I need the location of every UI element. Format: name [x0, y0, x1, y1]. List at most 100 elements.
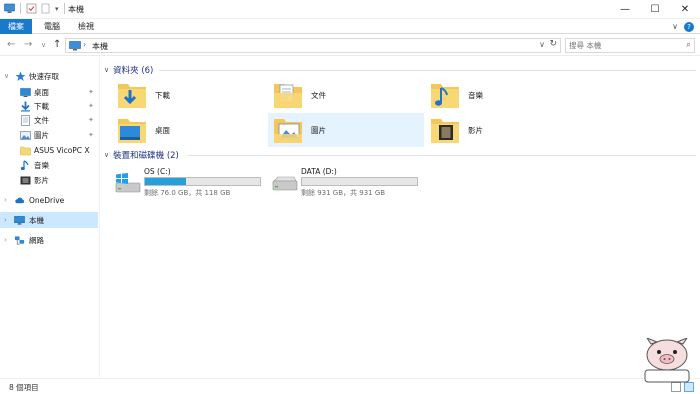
documents-folder-icon: [274, 84, 302, 108]
hard-drive-icon: [272, 176, 298, 191]
this-pc-icon: [69, 41, 81, 51]
sidebar-item-videos[interactable]: 影片: [0, 172, 98, 188]
back-button[interactable]: ←: [7, 39, 15, 50]
address-bar[interactable]: › 本機 ∨ ↻: [65, 38, 561, 53]
sidebar-label: 影片: [34, 175, 49, 185]
pictures-icon: [20, 130, 31, 140]
search-input[interactable]: [569, 40, 677, 51]
folder-tile-music[interactable]: 音樂: [425, 78, 581, 112]
new-folder-icon[interactable]: [40, 3, 51, 14]
window-title: 本機: [68, 5, 84, 14]
folder-name: 下載: [155, 91, 170, 100]
breadcrumb-separator[interactable]: ›: [83, 40, 86, 49]
drive-space-info: 剩餘 76.0 GB，共 118 GB: [144, 189, 231, 197]
folder-tile-pictures[interactable]: 圖片: [268, 113, 424, 147]
tab-file[interactable]: 檔案: [0, 19, 32, 34]
collapsed-icon[interactable]: ›: [4, 216, 7, 224]
desktop-folder-icon: [118, 119, 146, 143]
folder-name: 影片: [468, 126, 483, 135]
music-folder-icon: [431, 84, 459, 108]
search-icon[interactable]: ⌕: [686, 40, 691, 50]
drive-name: OS (C:): [144, 167, 171, 176]
pin-icon: ✦: [88, 116, 94, 124]
network-icon: [14, 235, 25, 244]
address-dropdown-icon[interactable]: ∨: [539, 40, 545, 49]
sidebar-item-this-pc[interactable]: › 本機: [0, 212, 98, 228]
mascot-logo: [644, 338, 690, 383]
drive-usage-bar: [144, 177, 261, 186]
sidebar-item-music[interactable]: 音樂: [0, 157, 98, 173]
documents-icon: [21, 114, 30, 126]
this-pc-icon: [14, 215, 25, 225]
forward-button[interactable]: →: [24, 39, 32, 50]
folders-group-header[interactable]: ∨ 資料夾 (6): [101, 64, 153, 76]
help-icon[interactable]: ?: [684, 22, 694, 32]
sidebar-item-asus-vicopc[interactable]: ASUS VicoPC X: [0, 142, 98, 158]
search-box[interactable]: ⌕: [565, 38, 695, 53]
sidebar-item-network[interactable]: › 網路: [0, 232, 98, 248]
refresh-icon[interactable]: ↻: [549, 39, 557, 49]
file-view: ∨ 資料夾 (6) 下載 文件 音樂 桌面 圖片 影片 ∨ 裝置和磁碟機 (2)…: [101, 57, 700, 377]
expand-ribbon-icon[interactable]: ∨: [672, 22, 678, 32]
recent-locations-button[interactable]: ∨: [41, 41, 46, 49]
sidebar-label: 下載: [34, 101, 49, 111]
navigation-bar: ← → ∨ ↑ › 本機 ∨ ↻ ⌕: [0, 35, 700, 56]
drive-tile-c[interactable]: OS (C:) 剩餘 76.0 GB，共 118 GB: [111, 167, 271, 197]
collapsed-icon[interactable]: ›: [4, 236, 7, 244]
collapse-group-icon[interactable]: ∨: [104, 151, 109, 159]
sidebar-item-quick-access[interactable]: ∨ 快速存取: [0, 68, 98, 84]
drive-usage-bar: [301, 177, 418, 186]
collapse-group-icon[interactable]: ∨: [104, 66, 109, 74]
expanded-icon[interactable]: ∨: [4, 72, 9, 80]
videos-folder-icon: [431, 119, 459, 143]
desktop-icon: [20, 87, 31, 97]
pin-icon: ✦: [88, 88, 94, 96]
item-count: 8 個項目: [9, 383, 39, 392]
folder-tile-desktop[interactable]: 桌面: [112, 113, 268, 147]
folder-tile-videos[interactable]: 影片: [425, 113, 581, 147]
status-bar: 8 個項目: [0, 378, 700, 394]
sidebar-label: OneDrive: [29, 195, 65, 205]
sidebar-item-pictures[interactable]: 圖片 ✦: [0, 127, 98, 143]
videos-icon: [20, 176, 31, 184]
folder-tile-documents[interactable]: 文件: [268, 78, 424, 112]
title-bar: ▾ 本機 — ☐ ✕: [0, 0, 700, 19]
star-icon: [15, 71, 26, 81]
sidebar-label: 本機: [29, 215, 44, 225]
quick-access-toolbar: ▾: [4, 3, 67, 14]
ribbon-tabs: 檔案 電腦 檢視 ∨ ?: [0, 19, 700, 34]
sidebar-label: ASUS VicoPC X: [34, 145, 90, 155]
navigation-pane: ∨ 快速存取 桌面 ✦ 下載 ✦ 文件 ✦ 圖片 ✦ ASUS VicoPC X…: [0, 57, 100, 377]
collapsed-icon[interactable]: ›: [4, 196, 7, 204]
minimize-button[interactable]: —: [610, 0, 640, 19]
drive-tile-d[interactable]: DATA (D:) 剩餘 931 GB，共 931 GB: [268, 167, 428, 197]
folder-name: 圖片: [311, 126, 326, 135]
folder-name: 音樂: [468, 91, 483, 100]
sidebar-label: 快速存取: [29, 71, 59, 81]
toolbar-divider: [20, 3, 21, 14]
breadcrumb-this-pc[interactable]: 本機: [92, 41, 108, 52]
customize-toolbar-icon[interactable]: ▾: [55, 5, 59, 13]
pin-icon: ✦: [88, 102, 94, 110]
sidebar-label: 圖片: [34, 130, 49, 140]
drives-group-header[interactable]: ∨ 裝置和磁碟機 (2): [101, 149, 179, 161]
tab-computer[interactable]: 電腦: [38, 19, 66, 34]
close-button[interactable]: ✕: [670, 0, 700, 19]
pin-icon: ✦: [88, 131, 94, 139]
sidebar-label: 桌面: [34, 87, 49, 97]
tab-view[interactable]: 檢視: [72, 19, 100, 34]
music-icon: [20, 159, 29, 170]
drive-usage-fill: [145, 178, 187, 185]
sidebar-item-documents[interactable]: 文件 ✦: [0, 112, 98, 128]
properties-icon[interactable]: [26, 3, 37, 14]
sidebar-item-onedrive[interactable]: › OneDrive: [0, 192, 98, 208]
toolbar-divider: [63, 3, 65, 14]
folder-tile-downloads[interactable]: 下載: [112, 78, 268, 112]
sidebar-label: 音樂: [34, 160, 49, 170]
windows-drive-icon: [115, 173, 141, 193]
maximize-button[interactable]: ☐: [640, 0, 670, 19]
drive-name: DATA (D:): [301, 167, 337, 176]
up-button[interactable]: ↑: [53, 39, 61, 50]
folder-name: 文件: [311, 91, 326, 100]
computer-icon[interactable]: [4, 3, 15, 14]
